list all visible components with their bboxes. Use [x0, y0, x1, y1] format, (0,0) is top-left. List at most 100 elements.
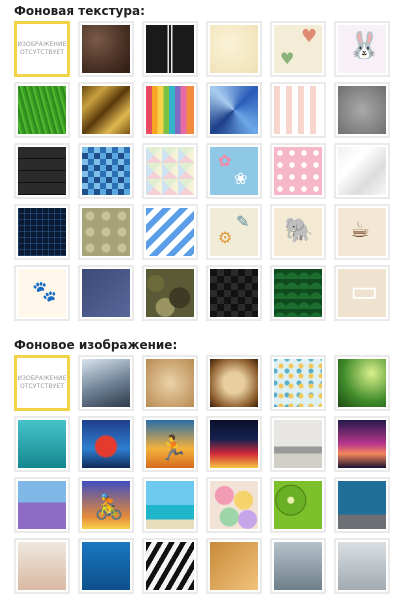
- texture-thumb-green-grass: [18, 86, 66, 134]
- image-thumb-purple-sunset-coast: [338, 420, 386, 468]
- hearts-pattern-glyph-icon: ♥: [301, 26, 318, 47]
- tools-pattern-glyph-icon: ✎: [236, 212, 250, 231]
- texture-thumb-dark-blue-plaid: [18, 208, 66, 256]
- hearts-pattern-glyph-icon: ♥: [280, 49, 295, 68]
- texture-tile-gold-foil[interactable]: [78, 82, 134, 138]
- texture-tile-olive-dots[interactable]: [78, 204, 134, 260]
- image-thumb-tropical-sea: [146, 481, 194, 529]
- texture-thumb-blue-diagonal-stripes: [146, 208, 194, 256]
- image-tile-runners-sunset[interactable]: 🏃: [142, 416, 198, 472]
- texture-tile-black-planks[interactable]: [14, 143, 70, 199]
- texture-tile-green-grass[interactable]: [14, 82, 70, 138]
- texture-tile-gray-concrete[interactable]: [334, 82, 390, 138]
- texture-tile-bunny[interactable]: 🐰: [334, 21, 390, 77]
- texture-tile-camouflage[interactable]: [142, 265, 198, 321]
- image-tile-city-light-trails[interactable]: [206, 416, 262, 472]
- texture-thumb-bunny: 🐰: [338, 25, 386, 73]
- texture-tile-cream-paper[interactable]: [206, 21, 262, 77]
- texture-thumb-cream-paper: [210, 25, 258, 73]
- image-tile-race-car[interactable]: [78, 416, 134, 472]
- image-tile-lavender-field[interactable]: [14, 477, 70, 533]
- image-thumb-zebra: [146, 542, 194, 590]
- tools-pattern-glyph-icon: ⚙: [218, 228, 233, 247]
- image-thumb-macarons: [210, 481, 258, 529]
- texture-thumb-blue-doodles: ✿ ❀: [210, 147, 258, 195]
- texture-tile-leather-brown[interactable]: [78, 21, 134, 77]
- texture-tile-black-road[interactable]: [142, 21, 198, 77]
- image-thumb-skyscraper: [82, 359, 130, 407]
- texture-tile-blue-mosaic[interactable]: [78, 143, 134, 199]
- image-tile-gold-hands[interactable]: [206, 538, 262, 594]
- texture-tile-no-image[interactable]: ИЗОБРАЖЕНИЕ ОТСУТСТВУЕТ: [14, 21, 70, 77]
- image-tile-no-image[interactable]: ИЗОБРАЖЕНИЕ ОТСУТСТВУЕТ: [14, 355, 70, 411]
- image-thumb-gray-sea: [274, 542, 322, 590]
- texture-thumb-denim-patch: [82, 269, 130, 317]
- texture-tile-blue-diagonal-stripes[interactable]: [142, 204, 198, 260]
- texture-tile-black-weave[interactable]: [206, 265, 262, 321]
- texture-tile-beige-furniture[interactable]: ▭: [334, 265, 390, 321]
- image-tile-confetti[interactable]: [270, 355, 326, 411]
- image-thumb-street-lamp: [338, 542, 386, 590]
- cyclist-silhouette-glyph-icon: 🚴: [94, 493, 124, 521]
- texture-tile-pink-polka[interactable]: [270, 143, 326, 199]
- texture-tile-blue-triangles[interactable]: [206, 82, 262, 138]
- texture-thumb-gold-foil: [82, 86, 130, 134]
- texture-tile-denim-patch[interactable]: [78, 265, 134, 321]
- texture-thumb-camouflage: [146, 269, 194, 317]
- texture-thumb-olive-dots: [82, 208, 130, 256]
- image-tile-christmas-tree[interactable]: [334, 355, 390, 411]
- texture-thumb-blue-triangles: [210, 86, 258, 134]
- image-tile-burnt-parchment[interactable]: [206, 355, 262, 411]
- image-tile-portrait[interactable]: [14, 538, 70, 594]
- texture-thumb-kitchen-pattern: ☕: [338, 208, 386, 256]
- texture-tile-tools-pattern[interactable]: ⚙ ✎: [206, 204, 262, 260]
- image-tile-ocean-wave[interactable]: [78, 538, 134, 594]
- texture-tile-rainbow-stripes[interactable]: [142, 82, 198, 138]
- image-thumb-burnt-parchment: [210, 359, 258, 407]
- blue-doodles-glyph-icon: ✿: [218, 151, 232, 170]
- texture-thumb-white-crumpled: [338, 147, 386, 195]
- image-thumb-old-paper: [146, 359, 194, 407]
- texture-thumb-beige-furniture: ▭: [338, 269, 386, 317]
- texture-thumb-pink-polka: [274, 147, 322, 195]
- texture-thumb-rainbow-stripes: [146, 86, 194, 134]
- texture-thumb-black-road: [146, 25, 194, 73]
- texture-thumb-elephants-pattern: 🐘: [274, 208, 322, 256]
- no-image-placeholder-text: ИЗОБРАЖЕНИЕ ОТСУТСТВУЕТ: [18, 41, 66, 56]
- texture-thumb-black-planks: [18, 147, 66, 195]
- image-tile-purple-sunset-coast[interactable]: [334, 416, 390, 472]
- texture-tile-kitchen-pattern[interactable]: ☕: [334, 204, 390, 260]
- image-tile-turquoise-water[interactable]: [14, 416, 70, 472]
- image-tile-old-paper[interactable]: [142, 355, 198, 411]
- image-thumb-no-image: ИЗОБРАЖЕНИЕ ОТСУТСТВУЕТ: [18, 359, 66, 407]
- image-tile-street-lamp[interactable]: [334, 538, 390, 594]
- image-tile-zebra[interactable]: [142, 538, 198, 594]
- image-tile-skyscraper[interactable]: [78, 355, 134, 411]
- texture-tile-paw-tiles[interactable]: 🐾: [14, 265, 70, 321]
- texture-tile-dark-blue-plaid[interactable]: [14, 204, 70, 260]
- texture-tile-elephants-pattern[interactable]: 🐘: [270, 204, 326, 260]
- bunny-glyph-icon: 🐰: [348, 31, 381, 61]
- texture-tile-green-scales[interactable]: [270, 265, 326, 321]
- image-tile-cyclist-silhouette[interactable]: 🚴: [78, 477, 134, 533]
- texture-tile-white-crumpled[interactable]: [334, 143, 390, 199]
- texture-thumb-black-weave: [210, 269, 258, 317]
- texture-tile-pastel-rhombs[interactable]: [142, 143, 198, 199]
- texture-tile-hearts-pattern[interactable]: ♥ ♥: [270, 21, 326, 77]
- image-tile-kiwi-slices[interactable]: [270, 477, 326, 533]
- image-tile-living-room[interactable]: [270, 416, 326, 472]
- no-image-placeholder-text: ИЗОБРАЖЕНИЕ ОТСУТСТВУЕТ: [18, 375, 66, 390]
- texture-thumb-gray-concrete: [338, 86, 386, 134]
- image-thumb-confetti: [274, 359, 322, 407]
- image-tile-gray-sea[interactable]: [270, 538, 326, 594]
- texture-thumb-tools-pattern: ⚙ ✎: [210, 208, 258, 256]
- texture-thumb-pastel-rhombs: [146, 147, 194, 195]
- texture-tile-pink-stripes[interactable]: [270, 82, 326, 138]
- image-tile-macarons[interactable]: [206, 477, 262, 533]
- texture-tile-blue-doodles[interactable]: ✿ ❀: [206, 143, 262, 199]
- image-thumb-turquoise-water: [18, 420, 66, 468]
- image-tile-blue-wall-wood[interactable]: [334, 477, 390, 533]
- image-thumb-christmas-tree: [338, 359, 386, 407]
- image-tile-tropical-sea[interactable]: [142, 477, 198, 533]
- blue-doodles-glyph-icon: ❀: [234, 169, 248, 188]
